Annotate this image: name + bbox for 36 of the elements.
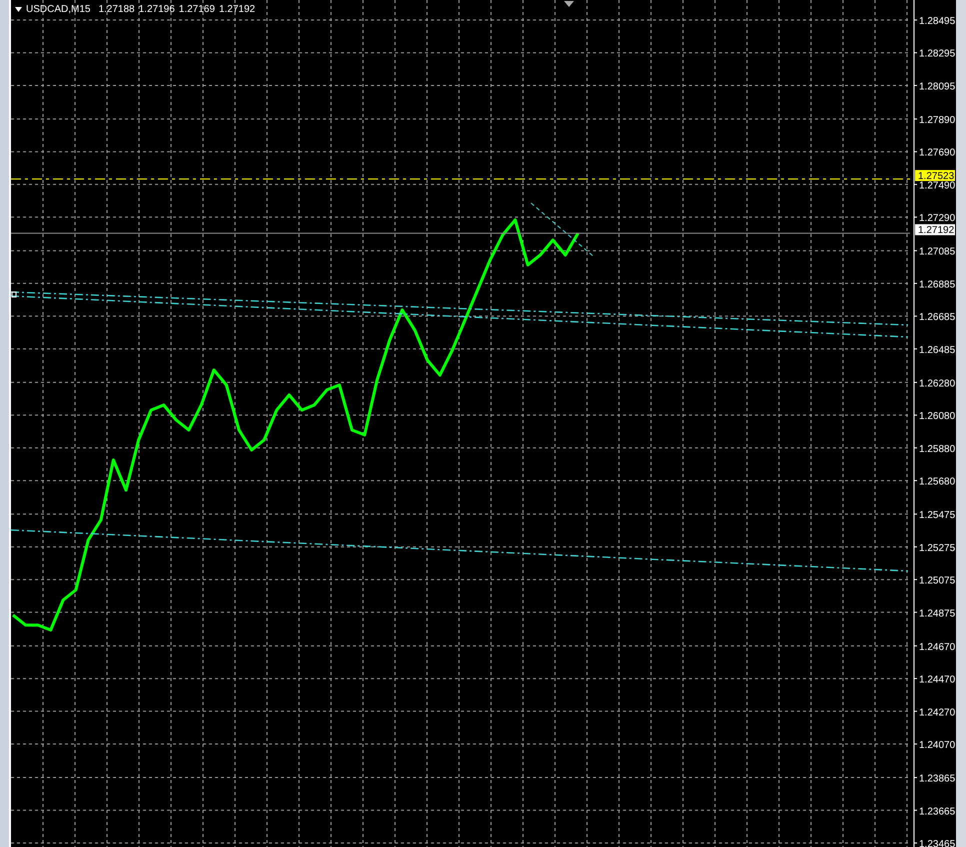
caret-icon[interactable] [15, 7, 22, 12]
price-marker-label: 1.27523 [918, 171, 954, 182]
quote-value: 1.27192 [218, 4, 256, 15]
price-axis-label: 1.23465 [919, 839, 956, 847]
price-axis-label: 1.27690 [919, 148, 956, 159]
price-axis-label: 1.28295 [919, 48, 956, 60]
quote-value: 1.27169 [178, 4, 215, 15]
price-axis-label: 1.25880 [919, 444, 956, 455]
price-axis-label: 1.24270 [919, 707, 956, 718]
price-axis-label: 1.24670 [919, 642, 956, 653]
price-axis-label: 1.26685 [919, 312, 956, 324]
price-axis-label: 1.25680 [919, 476, 956, 488]
price-axis-label: 1.27085 [919, 246, 956, 258]
quote-value: 1.27196 [138, 4, 175, 15]
shift-marker-icon [564, 1, 574, 7]
price-axis-label: 1.26280 [919, 378, 956, 390]
price-axis-label: 1.23665 [919, 806, 956, 818]
quote-value: 1.27188 [98, 4, 135, 15]
price-axis-label: 1.23865 [919, 774, 956, 785]
price-axis-label: 1.27490 [919, 180, 956, 192]
price-axis-label: 1.26080 [919, 411, 956, 422]
price-axis-label: 1.28095 [919, 81, 956, 92]
price-axis-label: 1.26485 [919, 344, 956, 356]
price-axis-label: 1.24070 [919, 740, 956, 751]
price-axis-label: 1.26885 [919, 279, 956, 290]
price-axis-label: 1.24470 [919, 674, 956, 686]
price-axis-label: 1.27290 [919, 213, 956, 224]
price-axis-label: 1.27890 [919, 115, 956, 126]
price-axis-label: 1.24875 [919, 608, 956, 620]
anchor-marker [12, 292, 16, 298]
price-axis-label: 1.25275 [919, 542, 956, 554]
price-marker-label: 1.27192 [918, 225, 954, 236]
symbol-label: USDCAD,M15 [26, 4, 90, 15]
price-axis-label: 1.28495 [919, 16, 956, 27]
price-axis-label: 1.25075 [919, 576, 956, 587]
price-axis-label: 1.25475 [919, 510, 956, 522]
